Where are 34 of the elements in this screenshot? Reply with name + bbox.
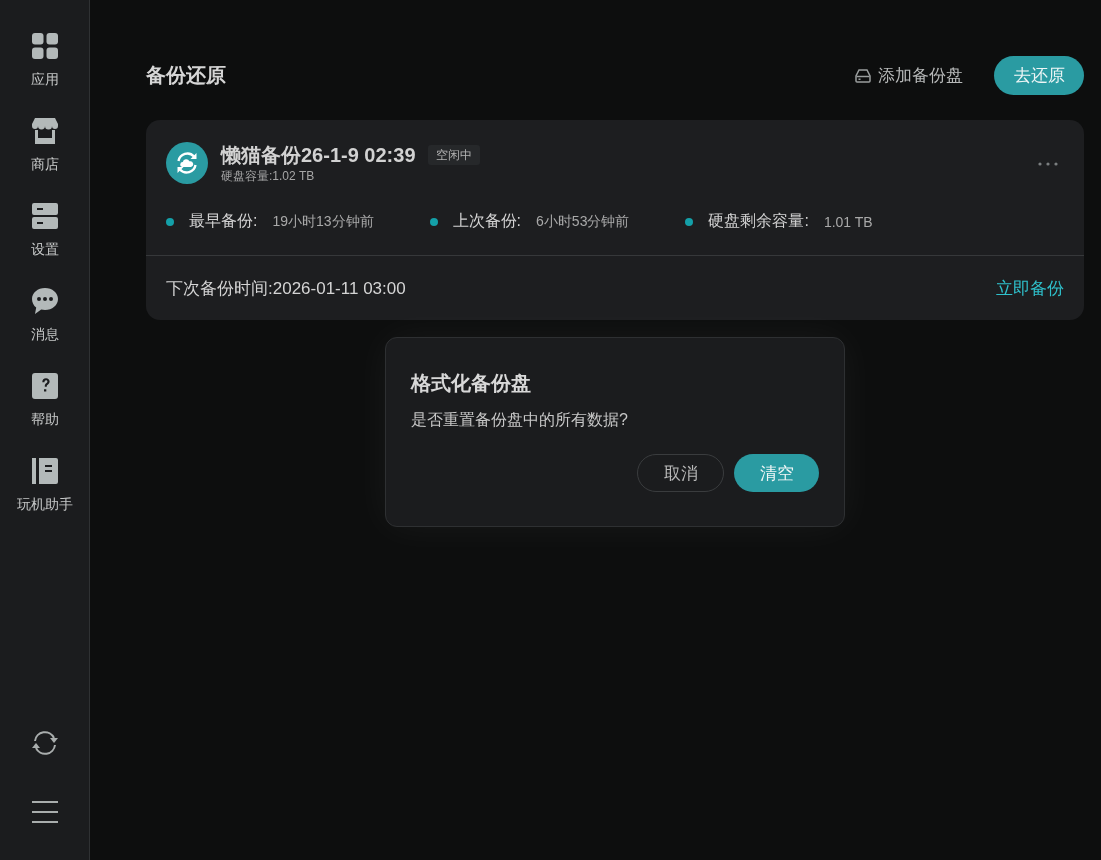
sidebar-item[interactable]: 消息 <box>4 288 85 344</box>
stat-value: 1.01 TB <box>823 213 873 230</box>
stat-label: 上次备份: <box>452 211 522 231</box>
add-backup-disk-link[interactable]: 添加备份盘 <box>855 64 963 87</box>
stat-label: 最早备份: <box>189 211 258 231</box>
backup-name: 懒猫备份26-1-9 02:39 <box>221 142 416 167</box>
status-dot-icon <box>166 217 174 226</box>
apps-icon <box>31 33 58 59</box>
sidebar-item[interactable]: 玩机助手 <box>4 458 85 514</box>
sidebar-item[interactable]: 商店 <box>4 118 85 174</box>
status-badge: 空闲中 <box>427 144 480 165</box>
dialog-message: 是否重置备份盘中的所有数据? <box>411 410 629 430</box>
help-icon <box>31 373 58 399</box>
backup-now-link[interactable]: 立即备份 <box>996 276 1064 300</box>
more-icon[interactable] <box>1038 162 1058 166</box>
status-dot-icon <box>429 217 438 226</box>
dialog-title: 格式化备份盘 <box>411 371 532 396</box>
stat-value: 19小时13分钟前 <box>272 212 374 231</box>
disk-capacity: 硬盘容量:1.02 TB <box>221 168 315 184</box>
stat-value: 6小时53分钟前 <box>536 212 630 231</box>
menu-icon[interactable] <box>31 801 58 823</box>
chat-bubble-icon <box>31 288 58 314</box>
notebook-icon <box>31 458 58 484</box>
sidebar-item[interactable]: 应用 <box>4 33 85 89</box>
store-icon <box>31 118 58 144</box>
sidebar-item[interactable]: 帮助 <box>4 373 85 429</box>
page-title: 备份还原 <box>146 63 226 88</box>
next-backup-time: 下次备份时间:2026-01-11 03:00 <box>166 277 406 300</box>
sidebar-item[interactable]: 设置 <box>4 203 85 259</box>
backup-sync-icon <box>166 142 208 184</box>
status-dot-icon <box>685 217 694 226</box>
drive-icon <box>855 68 871 83</box>
server-icon <box>31 203 58 229</box>
stat-label: 硬盘剩余容量: <box>708 211 809 231</box>
